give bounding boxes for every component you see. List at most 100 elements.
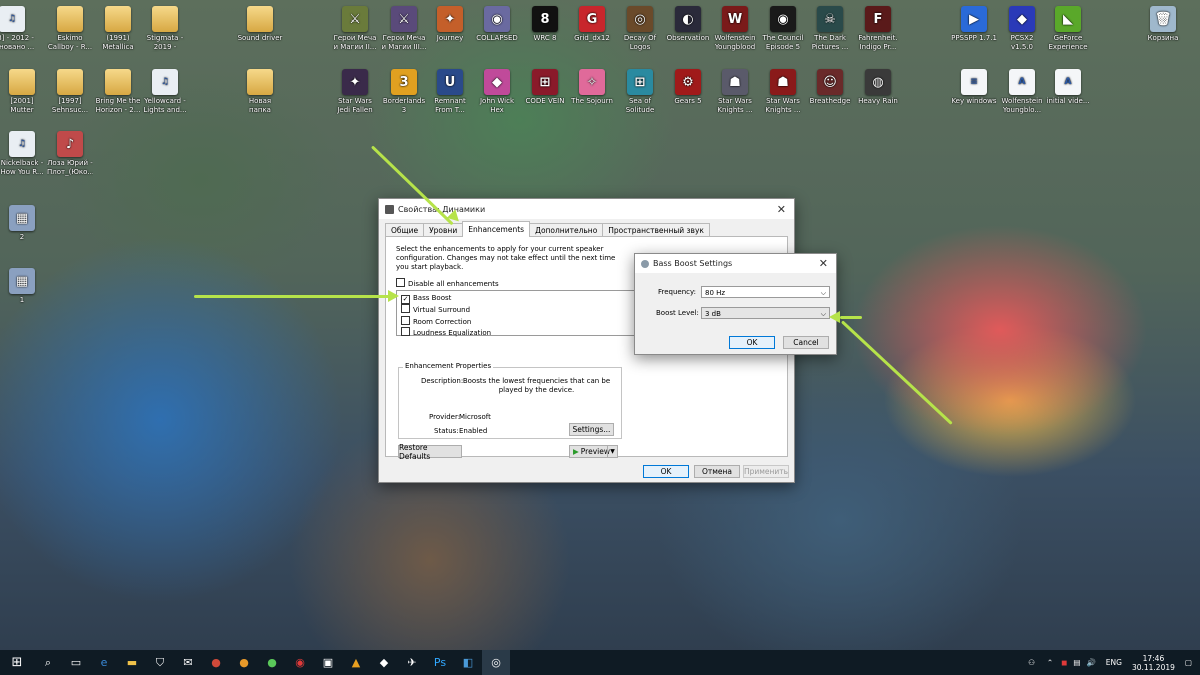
desktop-icon[interactable]: Ainitial vide... <box>1045 69 1091 106</box>
volume-icon[interactable]: 🔊 <box>1086 658 1095 667</box>
desktop-icon[interactable]: 3 Borderlands 3 <box>381 69 427 115</box>
desktop-icon[interactable]: ◐ Observation <box>665 6 711 43</box>
speaker-settings-task-icon[interactable]: ◎ <box>482 650 510 675</box>
close-icon[interactable]: ✕ <box>777 203 786 216</box>
tab-spatial-sound[interactable]: Пространственный звук <box>602 223 710 237</box>
desktop-icon[interactable]: 🗑 Корзина <box>1140 6 1186 43</box>
desktop-icon[interactable]: ♫ Yellowcard - Lights and... <box>142 69 188 115</box>
bass-cancel-button[interactable]: Cancel <box>783 336 829 349</box>
edge-browser-icon[interactable]: e <box>90 650 118 675</box>
clock-date: 30.11.2019 <box>1131 662 1175 672</box>
app-monitor-icon[interactable]: ▣ <box>314 650 342 675</box>
task-view-icon[interactable]: ▭ <box>62 650 90 675</box>
loudness-equalization-checkbox[interactable] <box>401 327 410 336</box>
tab-enhancements[interactable]: Enhancements <box>462 221 531 237</box>
boost-level-select[interactable]: 3 dB ⌵ <box>701 307 830 319</box>
desktop-icon[interactable]: Sound driver <box>237 6 283 43</box>
desktop-icon[interactable]: ☗ Star Wars Knights ... <box>760 69 806 115</box>
app-blue-icon[interactable]: ◧ <box>454 650 482 675</box>
app-fox-icon[interactable]: ◆ <box>370 650 398 675</box>
chevron-up-icon[interactable]: ⌃ <box>1047 658 1053 667</box>
desktop-icon[interactable]: G Grid_dx12 <box>569 6 615 43</box>
desktop-icon[interactable]: ◆ John Wick Hex <box>474 69 520 115</box>
clock[interactable]: 17:46 30.11.2019 <box>1132 654 1175 672</box>
tab-general[interactable]: Общие <box>385 223 425 237</box>
notifications-icon[interactable]: ▢ <box>1185 658 1192 667</box>
desktop-icon[interactable]: ♫ Nickelback - How You R... <box>0 131 45 177</box>
app-red-icon[interactable]: ● <box>202 650 230 675</box>
app-green-icon[interactable]: ● <box>258 650 286 675</box>
app-bird-icon[interactable]: ✈ <box>398 650 426 675</box>
desktop-icon[interactable]: ☠ The Dark Pictures ... <box>807 6 853 52</box>
desktop-icon[interactable]: ▦ 2 <box>0 205 45 242</box>
tray-app-icon[interactable]: ◼ <box>1061 658 1067 667</box>
chevron-down-icon[interactable]: ▼ <box>607 446 617 457</box>
desktop-icon[interactable]: ◍ Heavy Rain <box>855 69 901 106</box>
frequency-select[interactable]: 80 Hz ⌵ <box>701 286 830 298</box>
settings-button[interactable]: Settings... <box>569 423 614 436</box>
desktop-icon[interactable]: ✧ The Sojourn <box>569 69 615 106</box>
network-icon[interactable]: ▤ <box>1073 658 1080 667</box>
mail-icon[interactable]: ✉ <box>174 650 202 675</box>
desktop-icon[interactable]: ◆ PCSX2 v1.5.0 <box>999 6 1045 52</box>
desktop-icon[interactable]: Stigmata - 2019 - Кале... <box>142 6 188 52</box>
apply-button[interactable]: Применить <box>743 465 789 478</box>
file-explorer-icon[interactable]: ▬ <box>118 650 146 675</box>
room-correction-checkbox[interactable] <box>401 315 410 325</box>
desktop-icon[interactable]: Bring Me the Horizon - 2... <box>95 69 141 115</box>
desktop-icon[interactable]: ☺ Breathedge <box>807 69 853 106</box>
desktop-icon[interactable]: ⚔ Герои Меча и Магии II... <box>332 6 378 52</box>
desktop-icon[interactable]: ☗ Star Wars Knights ... <box>712 69 758 115</box>
bass-boost-checkbox[interactable]: ✓ <box>401 295 410 304</box>
app-orange-icon[interactable]: ● <box>230 650 258 675</box>
desktop-icon[interactable]: 8 WRC 8 <box>522 6 568 43</box>
desktop-icon-label: Yellowcard - Lights and... <box>143 97 187 114</box>
store-icon[interactable]: ⛉ <box>146 650 174 675</box>
desktop-icon[interactable]: ▦ 1 <box>0 268 45 305</box>
desktop-icon[interactable]: ▶ PPSSPP 1.7.1 <box>951 6 997 43</box>
close-icon[interactable]: ✕ <box>819 257 828 270</box>
start-windows-icon[interactable]: ⊞ <box>0 650 34 675</box>
desktop-icon[interactable]: ⊞ Sea of Solitude <box>617 69 663 115</box>
ok-button[interactable]: OK <box>643 465 689 478</box>
desktop-icon[interactable]: ◉ The Council Episode 5 <box>760 6 806 52</box>
preview-button[interactable]: ▶ Preview ▼ <box>569 445 618 458</box>
desktop-icon[interactable]: ⊞ CODE VEIN <box>522 69 568 106</box>
tab-levels[interactable]: Уровни <box>423 223 464 237</box>
document-icon: A <box>1009 69 1035 95</box>
tab-advanced[interactable]: Дополнительно <box>529 223 604 237</box>
desktop-icon[interactable]: ⚙ Gears 5 <box>665 69 711 106</box>
restore-defaults-button[interactable]: Restore Defaults <box>398 443 462 461</box>
desktop-icon-label: Borderlands 3 <box>382 97 426 114</box>
desktop-icon[interactable]: ♪ Лоза Юрий - Плот_(Юко... <box>47 131 93 177</box>
desktop-icon[interactable]: U Remnant From T... <box>427 69 473 115</box>
desktop-icon[interactable]: ◉ COLLAPSED <box>474 6 520 43</box>
photoshop-icon[interactable]: Ps <box>426 650 454 675</box>
bass-ok-button[interactable]: OK <box>729 336 775 349</box>
disable-all-checkbox[interactable] <box>396 278 405 287</box>
desktop-icon[interactable]: ≡ Key windows <box>951 69 997 106</box>
desktop-icon[interactable]: (1991) Metallica <box>95 6 141 52</box>
search-icon[interactable]: ⌕ <box>34 650 62 675</box>
bass-dialog-titlebar[interactable]: Bass Boost Settings ✕ <box>635 254 836 273</box>
language-indicator[interactable]: ENG <box>1106 658 1122 667</box>
desktop-icon[interactable]: ◣ GeForce Experience <box>1045 6 1091 52</box>
desktop-icon[interactable]: F Fahrenheit. Indigo Pr... <box>855 6 901 52</box>
desktop-icon[interactable]: ◎ Decay Of Logos <box>617 6 663 52</box>
desktop-icon[interactable]: Eskimo Callboy - R... <box>47 6 93 52</box>
desktop-icon[interactable]: [1997] Sehnsuc... <box>47 69 93 115</box>
desktop-icon[interactable]: ✦ Star Wars Jedi Fallen Order <box>332 69 378 115</box>
desktop-icon[interactable]: A Wolfenstein Youngblo... <box>999 69 1045 115</box>
app-triangle-icon[interactable]: ▲ <box>342 650 370 675</box>
desktop-icon[interactable]: ⚔ Герои Меча и Магии III... <box>381 6 427 52</box>
app-record-icon[interactable]: ◉ <box>286 650 314 675</box>
desktop-icon[interactable]: W Wolfenstein Youngblood <box>712 6 758 52</box>
people-icon[interactable]: ⚇ <box>1028 658 1035 667</box>
cancel-button[interactable]: Отмена <box>694 465 740 478</box>
desktop-icon[interactable]: [2001] Mutter <box>0 69 45 115</box>
virtual-surround-checkbox[interactable] <box>401 304 410 313</box>
desktop-icon[interactable]: ♫ [13] - 2012 - Основано ... <box>0 6 35 52</box>
desktop-icon[interactable]: ✦ Journey <box>427 6 473 43</box>
desktop-icon[interactable]: Новая папка <box>237 69 283 115</box>
desktop-icon-label: Gears 5 <box>674 97 702 105</box>
